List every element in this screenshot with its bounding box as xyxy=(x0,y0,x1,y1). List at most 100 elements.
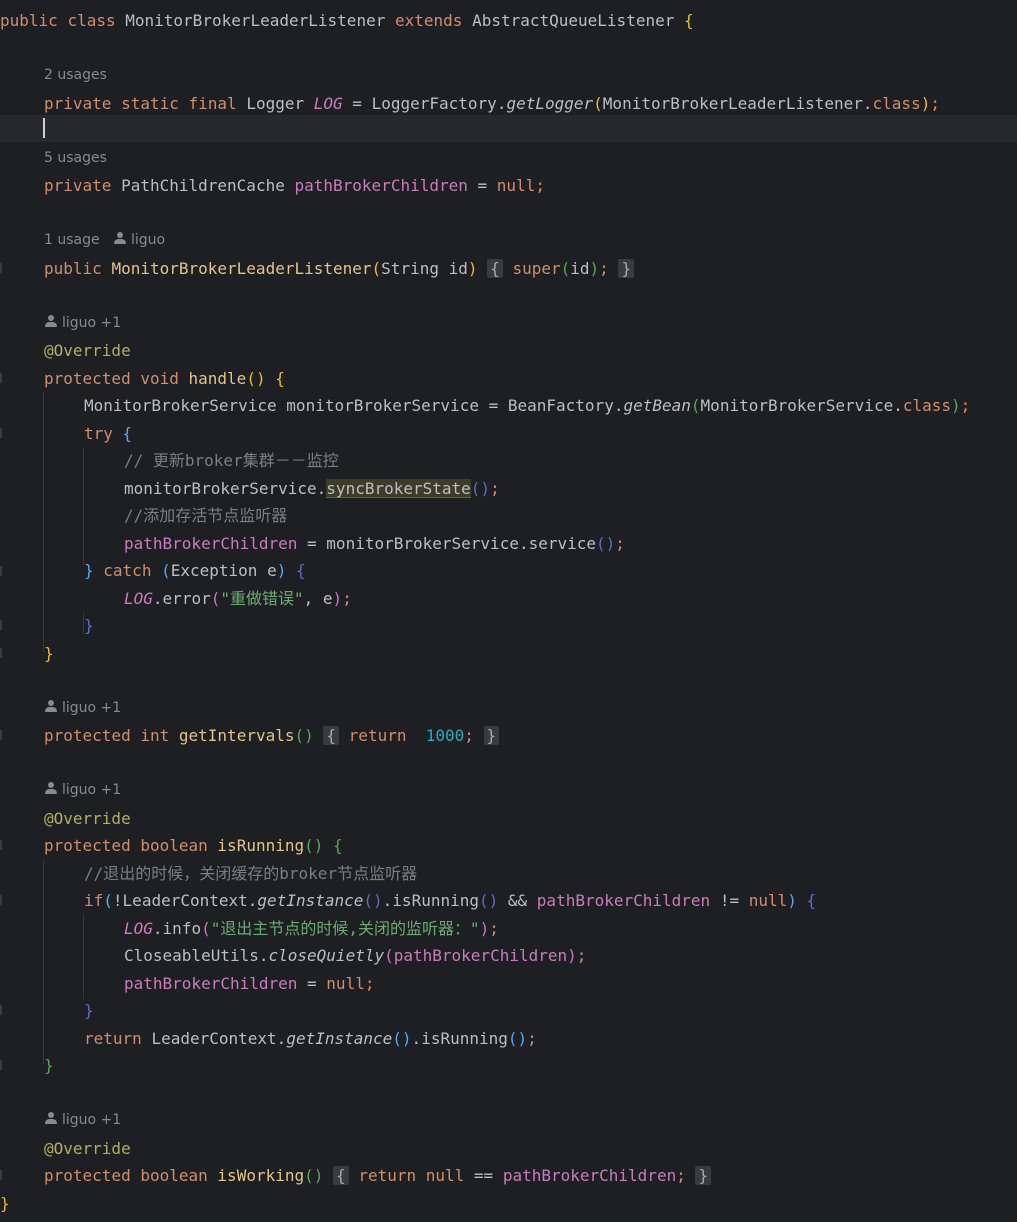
static-field: LOG xyxy=(124,589,153,608)
constructor-name: MonitorBrokerLeaderListener xyxy=(111,259,372,278)
usages-author-hint[interactable]: 1 usage liguo xyxy=(0,227,1017,254)
string-literal: "退出主节点的时候,关闭的监听器：" xyxy=(210,919,480,938)
keyword: return xyxy=(84,1029,142,1048)
semicolon: ; xyxy=(489,919,499,938)
string-literal: "重做错误" xyxy=(220,589,304,608)
brace: } xyxy=(84,616,94,635)
code-line-catch[interactable]: } catch (Exception e) { xyxy=(0,557,1017,584)
variable-name: monitorBrokerService xyxy=(124,479,317,498)
semicolon: ; xyxy=(576,946,587,965)
user-icon xyxy=(113,231,127,245)
folded-brace[interactable]: } xyxy=(618,259,635,278)
author-hint[interactable]: liguo +1 xyxy=(0,1107,1017,1134)
code-line-close-quietly[interactable]: CloseableUtils.closeQuietly(pathBrokerCh… xyxy=(0,942,1017,969)
keyword: public xyxy=(44,259,102,278)
keyword: static xyxy=(121,94,179,113)
code-line-service-assign[interactable]: pathBrokerChildren = monitorBrokerServic… xyxy=(0,530,1017,557)
semicolon: ; xyxy=(615,534,625,553)
usages-hint[interactable]: 2 usages xyxy=(0,62,1017,89)
annotation: @Override xyxy=(44,341,131,360)
static-field: LOG xyxy=(124,919,153,938)
brace: } xyxy=(84,561,94,580)
keyword: super xyxy=(512,259,561,278)
paren: ) xyxy=(467,259,478,278)
code-line-comment[interactable]: // 更新broker集群－－监控 xyxy=(0,447,1017,474)
paren: () xyxy=(470,479,491,498)
code-line-annotation[interactable]: @Override xyxy=(0,1135,1017,1162)
usages-count[interactable]: 5 usages xyxy=(44,150,107,166)
method-name: isRunning xyxy=(217,836,305,855)
code-line-log-error[interactable]: LOG.error("重做错误", e); xyxy=(0,585,1017,612)
usages-count[interactable]: 2 usages xyxy=(44,67,107,83)
keyword: null xyxy=(326,974,365,993)
code-line-comment[interactable]: //添加存活节点监听器 xyxy=(0,502,1017,529)
code-line-class-close[interactable]: } xyxy=(0,1190,1017,1217)
paren: ) xyxy=(920,94,931,113)
paren: ( xyxy=(384,946,394,965)
keyword: return xyxy=(358,1166,417,1185)
code-line-is-working[interactable]: protected boolean isWorking() { return n… xyxy=(0,1162,1017,1189)
author-hint[interactable]: liguo +1 xyxy=(0,310,1017,337)
highlighted-method[interactable]: syncBrokerState xyxy=(326,479,471,498)
static-field: LOG xyxy=(313,94,343,113)
type-name: MonitorBrokerService xyxy=(84,396,277,415)
code-line-annotation[interactable]: @Override xyxy=(0,337,1017,364)
paren: () xyxy=(507,1029,528,1048)
field-name: pathBrokerChildren xyxy=(502,1166,677,1185)
class-ref: LoggerFactory xyxy=(371,94,497,113)
author-name[interactable]: liguo +1 xyxy=(62,1112,121,1128)
code-line-close-brace[interactable]: } xyxy=(0,1052,1017,1079)
code-line-close-brace[interactable]: } xyxy=(0,640,1017,667)
code-line-is-running-decl[interactable]: protected boolean isRunning() { xyxy=(0,832,1017,859)
method-call: isRunning xyxy=(392,891,479,910)
paren: ( xyxy=(161,561,171,580)
field-name: pathBrokerChildren xyxy=(124,534,298,553)
code-line-comment[interactable]: //退出的时候，关闭缓存的broker节点监听器 xyxy=(0,860,1017,887)
paren: ( xyxy=(201,919,211,938)
paren: () xyxy=(304,1166,324,1185)
code-line-sync-call[interactable]: monitorBrokerService.syncBrokerState(); xyxy=(0,475,1017,502)
semicolon: ; xyxy=(464,726,474,745)
code-line-service-var[interactable]: MonitorBrokerService monitorBrokerServic… xyxy=(0,392,1017,419)
keyword: private xyxy=(44,176,112,195)
code-line-close-brace[interactable]: } xyxy=(0,997,1017,1024)
folded-brace[interactable]: } xyxy=(695,1166,712,1185)
usages-hint[interactable]: 5 usages xyxy=(0,145,1017,172)
code-line-if[interactable]: if(!LeaderContext.getInstance().isRunnin… xyxy=(0,887,1017,914)
code-line-handle-decl[interactable]: protected void handle() { xyxy=(0,365,1017,392)
comment: //退出的时候，关闭缓存的broker节点监听器 xyxy=(84,864,418,883)
code-line-close-brace[interactable]: } xyxy=(0,612,1017,639)
keyword: protected xyxy=(44,1166,131,1185)
comment: //添加存活节点监听器 xyxy=(124,506,288,525)
param-name: id xyxy=(448,259,468,278)
usages-count[interactable]: 1 usage xyxy=(44,232,100,248)
code-line-children-field[interactable]: private PathChildrenCache pathBrokerChil… xyxy=(0,172,1017,199)
paren: ) xyxy=(332,589,343,608)
code-line-null-assign[interactable]: pathBrokerChildren = null; xyxy=(0,970,1017,997)
code-line-constructor[interactable]: public MonitorBrokerLeaderListener(Strin… xyxy=(0,255,1017,282)
current-line[interactable] xyxy=(0,115,1017,142)
author-hint[interactable]: liguo +1 xyxy=(0,695,1017,722)
code-editor[interactable]: public class MonitorBrokerLeaderListener… xyxy=(0,0,1017,1222)
author-name[interactable]: liguo xyxy=(131,232,165,248)
author-name[interactable]: liguo +1 xyxy=(62,700,121,716)
code-line-return-running[interactable]: return LeaderContext.getInstance().isRun… xyxy=(0,1025,1017,1052)
folded-brace[interactable]: { xyxy=(333,1166,349,1185)
author-hint[interactable]: liguo +1 xyxy=(0,777,1017,804)
author-name[interactable]: liguo +1 xyxy=(62,782,121,798)
code-line-class-decl[interactable]: public class MonitorBrokerLeaderListener… xyxy=(0,7,1017,34)
class-name: MonitorBrokerLeaderListener xyxy=(125,11,386,30)
author-name[interactable]: liguo +1 xyxy=(62,315,121,331)
code-line-annotation[interactable]: @Override xyxy=(0,805,1017,832)
code-line-get-intervals[interactable]: protected int getIntervals() { return 10… xyxy=(0,722,1017,749)
folded-brace[interactable]: } xyxy=(483,726,500,745)
brace: { xyxy=(122,424,133,443)
code-line-try[interactable]: try { xyxy=(0,420,1017,447)
static-method: getBean xyxy=(623,396,691,415)
code-line-log-field[interactable]: private static final Logger LOG = Logger… xyxy=(0,90,1017,117)
folded-brace[interactable]: { xyxy=(323,726,340,745)
paren: ( xyxy=(371,259,382,278)
code-line-log-info[interactable]: LOG.info("退出主节点的时候,关闭的监听器："); xyxy=(0,915,1017,942)
folded-brace[interactable]: { xyxy=(487,259,503,278)
keyword: void xyxy=(140,369,179,388)
